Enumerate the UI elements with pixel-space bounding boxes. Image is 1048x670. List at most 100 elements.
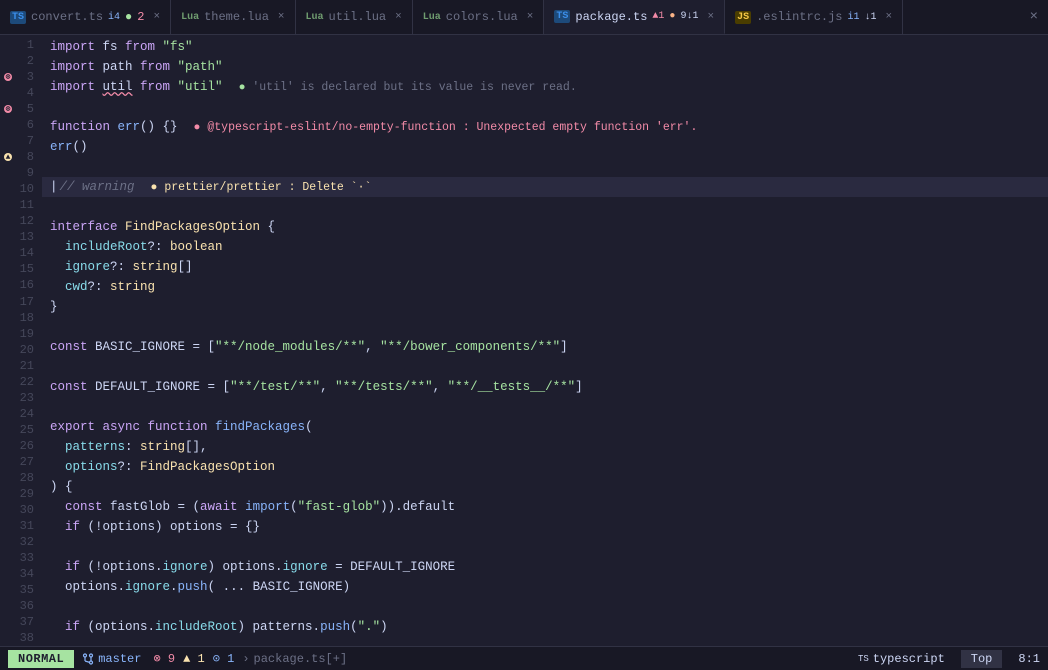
line-number: 20 — [0, 342, 42, 358]
code-line — [42, 357, 1048, 377]
code-token: export — [50, 420, 103, 434]
code-line: err() — [42, 137, 1048, 157]
code-token: includeRoot — [155, 620, 238, 634]
code-token: const — [50, 500, 110, 514]
editor-mode: NORMAL — [8, 650, 74, 668]
line-number: 14 — [0, 245, 42, 261]
code-token: string — [110, 280, 155, 294]
code-token: from — [125, 40, 163, 54]
code-line: function err() {}● @typescript-eslint/no… — [42, 117, 1048, 137]
line-number: 31 — [0, 518, 42, 534]
line-number: 25 — [0, 422, 42, 438]
code-line: } — [42, 297, 1048, 317]
close-icon[interactable]: × — [707, 11, 714, 23]
tab-theme-lua[interactable]: Lua theme.lua × — [171, 0, 295, 34]
close-icon[interactable]: × — [278, 11, 285, 23]
status-right: TS typescript Top 8:1 — [858, 650, 1040, 668]
code-token: "**/bower_components/**" — [380, 340, 560, 354]
line-number-gutter: 12⊗34⊗567▲891011121314151617181920212223… — [0, 35, 42, 646]
code-token: ?: — [118, 460, 141, 474]
code-line — [42, 597, 1048, 617]
line-number: 16 — [0, 277, 42, 293]
code-token: BASIC_IGNORE — [95, 340, 185, 354]
close-icon[interactable]: × — [153, 11, 160, 23]
tab-convert-ts[interactable]: TS convert.ts i4 ● 2 × — [0, 0, 171, 34]
line-number: 19 — [0, 326, 42, 342]
code-token: from — [133, 80, 178, 94]
tab-eslintrc-js[interactable]: JS .eslintrc.js i1 ↓1 × — [725, 0, 903, 34]
close-all-tabs[interactable]: × — [1020, 0, 1048, 34]
code-line — [42, 397, 1048, 417]
code-token: )).default — [380, 500, 455, 514]
close-icon[interactable]: × — [527, 11, 534, 23]
code-token: { — [260, 220, 275, 234]
info-count: ⊙ 1 — [213, 651, 235, 666]
line-number: 30 — [0, 502, 42, 518]
line-number: 2 — [0, 53, 42, 69]
code-token: "fs" — [163, 40, 193, 54]
code-line: options.ignore.push( ... BASIC_IGNORE) — [42, 577, 1048, 597]
line-number: ▲8 — [0, 149, 42, 165]
inline-diagnostic: ● prettier/prettier : Delete `·` — [151, 181, 372, 194]
tab-badge: ▲1 — [652, 11, 664, 22]
line-number: 9 — [0, 165, 42, 181]
code-token: ?: — [88, 280, 111, 294]
code-token: ( — [350, 620, 358, 634]
close-icon[interactable]: × — [886, 11, 893, 23]
code-token: import — [245, 500, 290, 514]
line-number: 33 — [0, 550, 42, 566]
code-token: string — [140, 440, 185, 454]
line-number: 34 — [0, 566, 42, 582]
code-token: import — [50, 40, 103, 54]
lua-icon: Lua — [423, 12, 441, 23]
error-gutter-dot: ⊗ — [4, 105, 12, 113]
code-line: cwd?: string — [42, 277, 1048, 297]
close-icon[interactable]: × — [395, 11, 402, 23]
tab-colors-lua[interactable]: Lua colors.lua × — [413, 0, 545, 34]
code-line: options?: FindPackagesOption — [42, 457, 1048, 477]
code-token: from — [140, 60, 178, 74]
ts-lang-icon: TS — [858, 654, 869, 664]
tab-package-ts[interactable]: TS package.ts ▲1 ● 9↓1 × — [544, 0, 725, 34]
line-number: 29 — [0, 486, 42, 502]
warn-gutter-dot: ▲ — [4, 153, 12, 161]
inline-diagnostic: ● @typescript-eslint/no-empty-function :… — [194, 121, 698, 134]
code-token: function — [50, 120, 118, 134]
language-name: typescript — [873, 652, 945, 666]
tab-label: theme.lua — [204, 10, 269, 24]
code-token: , — [365, 340, 380, 354]
code-token: fs — [103, 40, 126, 54]
code-editor[interactable]: import fs from "fs"import path from "pat… — [42, 35, 1048, 646]
line-number: 21 — [0, 358, 42, 374]
code-token: push — [320, 620, 350, 634]
lua-icon: Lua — [181, 12, 199, 23]
code-token: // warning — [60, 180, 135, 194]
line-number: 12 — [0, 213, 42, 229]
lua-icon: Lua — [306, 12, 324, 23]
tab-label: convert.ts — [31, 10, 103, 24]
code-token: ) options. — [208, 560, 283, 574]
line-number: 36 — [0, 598, 42, 614]
editor-area: 12⊗34⊗567▲891011121314151617181920212223… — [0, 35, 1048, 646]
line-number: 17 — [0, 294, 42, 310]
tab-label: package.ts — [575, 10, 647, 24]
line-number: 7 — [0, 133, 42, 149]
code-token: = ( — [170, 500, 200, 514]
code-token: interface — [50, 220, 125, 234]
code-token: , — [433, 380, 448, 394]
code-line: import util from "util"● 'util' is decla… — [42, 77, 1048, 97]
tab-util-lua[interactable]: Lua util.lua × — [296, 0, 413, 34]
line-number: 6 — [0, 117, 42, 133]
code-token: push — [178, 580, 208, 594]
cursor-position: 8:1 — [1018, 652, 1040, 666]
status-bar: NORMAL master ⊗ 9 ▲ 1 ⊙ 1 › package.ts[+… — [0, 646, 1048, 670]
code-line: import fs from "fs" — [42, 37, 1048, 57]
line-number: ⊗5 — [0, 101, 42, 117]
code-token: import — [50, 60, 103, 74]
code-token: options — [50, 460, 118, 474]
code-token: , — [320, 380, 335, 394]
tab-badge-dot: ● — [125, 10, 132, 24]
tab-label: .eslintrc.js — [756, 10, 842, 24]
code-token: err — [118, 120, 141, 134]
code-token: if — [50, 520, 88, 534]
